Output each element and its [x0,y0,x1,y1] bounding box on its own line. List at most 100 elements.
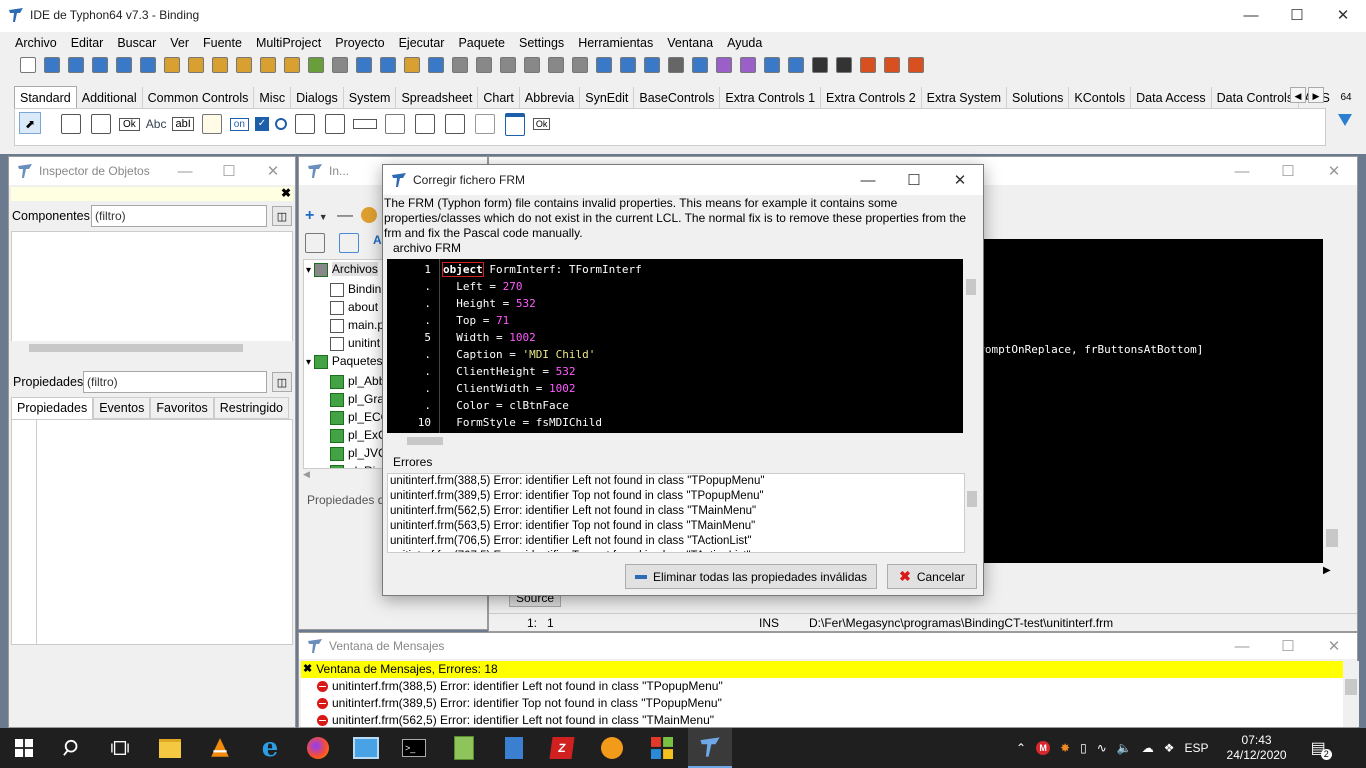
toolbar-button-icon[interactable] [908,57,924,73]
toolbar-button-icon[interactable] [188,57,204,73]
tcheckgroup-icon[interactable] [444,114,465,134]
palette-tab-dialogs[interactable]: Dialogs [291,87,344,109]
tframe-icon[interactable] [504,112,525,136]
tpanel-icon[interactable] [474,114,495,134]
errors-vscrollbar[interactable] [965,473,979,553]
tray-cloud-icon[interactable]: ☁ [1142,741,1154,755]
properties-filter-clear-icon[interactable]: ◫ [272,372,292,392]
tscrollbar-icon[interactable] [352,119,377,129]
terminal-icon[interactable]: >_ [398,732,430,764]
palette-tab-misc[interactable]: Misc [254,87,292,109]
error-list-item[interactable]: unitinterf.frm(388,5) Error: identifier … [390,474,964,489]
error-list-item[interactable]: unitinterf.frm(706,5) Error: identifier … [390,534,964,549]
tray-clock[interactable]: 07:43 24/12/2020 [1227,733,1287,763]
tradiogroup-icon[interactable] [414,114,435,134]
property-grid[interactable] [11,419,293,645]
toolbar-button-icon[interactable] [548,57,564,73]
palette-scroll-right[interactable]: ▶ [1308,87,1324,103]
project-tree-icon[interactable] [339,233,359,253]
close-button[interactable]: ✕ [1320,0,1366,30]
components-hscrollbar[interactable] [11,341,293,355]
toolbar-button-icon[interactable] [212,57,228,73]
tradiobutton-icon[interactable] [274,118,287,130]
palette-tab-additional[interactable]: Additional [77,87,143,109]
toolbar-button-icon[interactable] [116,57,132,73]
palette-tab-standard[interactable]: Standard [14,86,77,109]
project-options-icon[interactable] [361,207,377,223]
inspector-hint-close-icon[interactable]: ✖ [281,186,291,200]
toolbar-button-icon[interactable] [332,57,348,73]
components-filter-clear-icon[interactable]: ◫ [272,206,292,226]
toolbar-button-icon[interactable] [500,57,516,73]
pointer-tool-button[interactable]: ⬈ [19,112,41,134]
properties-filter-input[interactable]: (filtro) [83,371,267,393]
tedit-icon[interactable]: abI [172,117,194,131]
code-hscrollbar[interactable] [387,433,963,449]
task-view-icon[interactable] [104,732,136,764]
toolbar-button-icon[interactable] [44,57,60,73]
palette-tab-kcontols[interactable]: KContols [1069,87,1132,109]
tmainmenu-icon[interactable] [61,114,81,134]
menu-buscar[interactable]: Buscar [110,32,163,54]
editor-minimize-button[interactable]: — [1219,157,1265,185]
palette-tab-synedit[interactable]: SynEdit [580,87,635,109]
message-line[interactable]: unitinterf.frm(389,5) Error: identifier … [317,695,1343,712]
maximize-button[interactable]: ☐ [1274,0,1320,30]
palette-tab-abbrevia[interactable]: Abbrevia [520,87,581,109]
toolbar-button-icon[interactable] [164,57,180,73]
ie-icon[interactable]: e [254,732,286,764]
messages-minimize-button[interactable]: — [1219,633,1265,659]
menu-ayuda[interactable]: Ayuda [720,32,769,54]
error-list-item[interactable]: unitinterf.frm(563,5) Error: identifier … [390,519,964,534]
vlc-icon[interactable] [204,732,236,764]
palette-tab-solutions[interactable]: Solutions [1007,87,1070,109]
toolbar-button-icon[interactable] [260,57,276,73]
windows-start-icon[interactable] [8,732,40,764]
toolbar-button-icon[interactable] [644,57,660,73]
inspector-tab-propiedades[interactable]: Propiedades [11,397,94,419]
tray-wifi-icon[interactable]: ∿ [1097,741,1107,755]
menu-ventana[interactable]: Ventana [660,32,720,54]
code-vscrollbar[interactable] [963,259,979,433]
tray-volume-icon[interactable]: 🔈 [1117,741,1132,755]
dialog-minimize-button[interactable]: — [845,165,891,195]
file-explorer-icon[interactable] [154,732,186,764]
toolbar-button-icon[interactable] [788,57,804,73]
toolbar-button-icon[interactable] [476,57,492,73]
errors-list[interactable]: unitinterf.frm(388,5) Error: identifier … [387,473,965,553]
close-x-icon[interactable]: ✖ [301,661,312,678]
palette-tab-spreadsheet[interactable]: Spreadsheet [396,87,479,109]
app-z-icon[interactable]: Z [546,732,578,764]
messages-header[interactable]: ✖ Ventana de Mensajes, Errores: 18 [301,661,1343,678]
toolbar-button-icon[interactable] [620,57,636,73]
palette-scroll-left[interactable]: ◀ [1290,87,1306,103]
menu-settings[interactable]: Settings [512,32,571,54]
project-remove-button[interactable]: — [337,207,353,225]
tgroupbox-icon[interactable] [384,114,405,134]
toolbar-button-icon[interactable] [596,57,612,73]
menu-fuente[interactable]: Fuente [196,32,249,54]
calculator-icon[interactable] [498,732,530,764]
minimize-button[interactable]: — [1228,0,1274,30]
toolbar-button-icon[interactable] [860,57,876,73]
ttogglebox-icon[interactable]: on [229,117,249,131]
toolbar-button-icon[interactable] [92,57,108,73]
dialog-close-button[interactable]: ✕ [937,165,983,195]
source-vscrollbar[interactable] [1323,239,1341,563]
toolbar-button-icon[interactable] [524,57,540,73]
palette-tab-system[interactable]: System [344,87,397,109]
editor-maximize-button[interactable]: ☐ [1265,157,1311,185]
messages-titlebar[interactable]: Ventana de Mensajes — ☐ ✕ [299,633,1357,659]
firefox-icon[interactable] [302,732,334,764]
toolbar-button-icon[interactable] [572,57,588,73]
inspector-tab-eventos[interactable]: Eventos [93,397,151,419]
tray-app-icon[interactable]: ✸ [1060,741,1070,755]
error-list-item[interactable]: unitinterf.frm(707,5) Error: identifier … [390,549,964,552]
messages-vscrollbar[interactable] [1343,661,1359,727]
menu-editar[interactable]: Editar [64,32,111,54]
toolbar-button-icon[interactable] [692,57,708,73]
tray-battery-icon[interactable]: ▯ [1080,741,1087,755]
tcheckbox-icon[interactable]: ✓ [254,117,269,131]
notification-icon[interactable]: ▤ 2 [1311,738,1332,760]
tlabel-icon[interactable]: Abc [146,117,167,131]
